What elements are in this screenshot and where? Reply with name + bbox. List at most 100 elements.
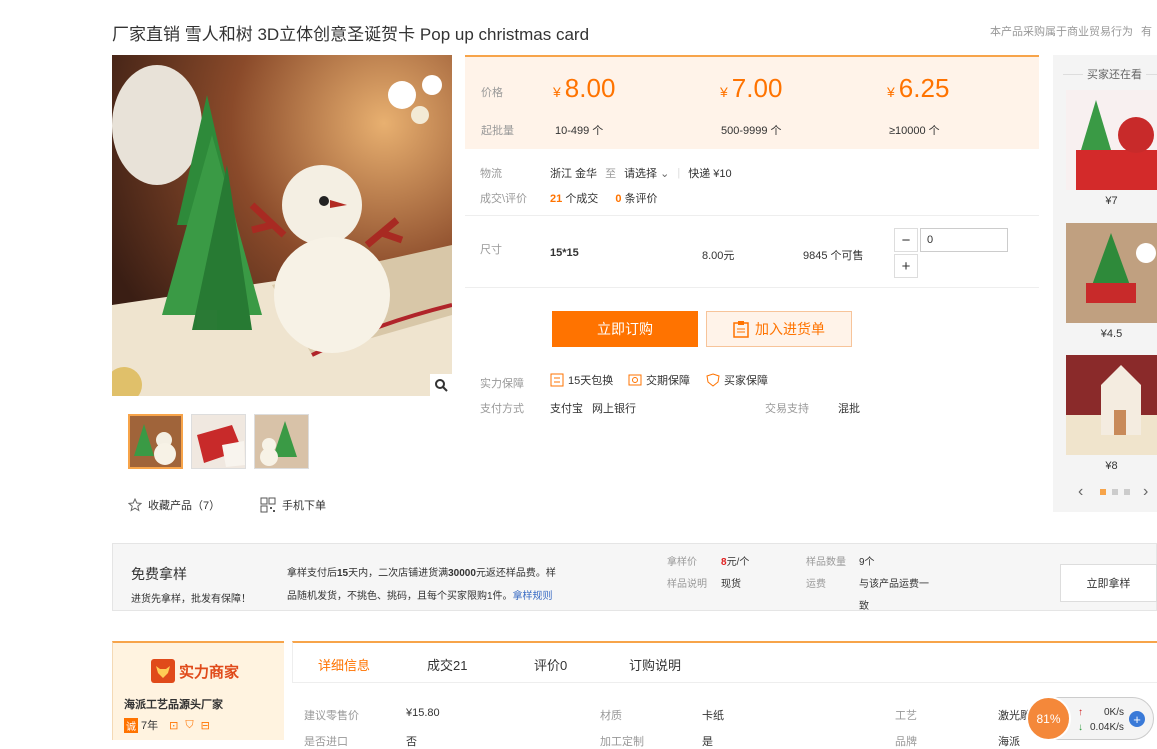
guarantee-buyer[interactable]: 买家保障 (706, 372, 768, 388)
destination-select[interactable]: 请选择 ⌄ (624, 165, 669, 181)
trade-support-label: 交易支持 (765, 403, 809, 415)
strength-merchant-logo: 实力商家 (151, 659, 239, 683)
sku-size: 15*15 (550, 247, 579, 259)
detail-value: ¥15.80 (406, 707, 440, 719)
sample-desc-label: 样品说明 (667, 579, 707, 590)
thumbnail-1[interactable] (128, 414, 183, 469)
also-viewed-sidebar: 买家还在看 ¥7 ¥4.5 ¥8 ‹ › (1053, 55, 1157, 512)
divider (465, 287, 1039, 288)
detail-label: 是否进口 (304, 736, 348, 748)
moq-label: 起批量 (481, 125, 514, 137)
detail-label: 材质 (600, 710, 622, 722)
upload-arrow-icon: ↑ (1078, 707, 1083, 718)
sample-qty-value: 9个 (859, 557, 875, 568)
tier-price-1: ¥8.00 (553, 73, 616, 103)
detail-value: 否 (406, 736, 417, 748)
carousel-dot-active[interactable] (1100, 489, 1106, 495)
qty-input[interactable]: 0 (920, 228, 1008, 252)
add-to-cart-button[interactable]: 加入进货单 (706, 311, 852, 347)
thumbnail-3[interactable] (254, 414, 309, 469)
favorite-label: 收藏产品（7） (148, 500, 221, 512)
shield-icon: ⛉ (185, 718, 194, 731)
guarantee-exchange[interactable]: 15天包换 (550, 372, 613, 388)
sidebar-product-3[interactable] (1066, 355, 1157, 455)
years-badge: 诚 7年 ⊡ ⛉ ⊟ (124, 717, 210, 733)
detail-label: 工艺 (895, 710, 917, 722)
tab-deals[interactable]: 成交21 (427, 655, 467, 674)
detail-label: 建议零售价 (304, 710, 359, 722)
bull-icon (151, 659, 175, 683)
tab-details[interactable]: 详细信息 (318, 655, 370, 674)
sku-stock: 9845 个可售 (803, 250, 864, 262)
guarantee-delivery[interactable]: 交期保障 (628, 372, 690, 388)
sample-subtitle: 进货先拿样，批发有保障！ (131, 594, 251, 605)
chevron-down-icon: ⌄ (660, 168, 670, 180)
download-speed: 0.04K/s (1090, 722, 1124, 733)
logistics-label: 物流 (480, 168, 502, 180)
sidebar-price-1: ¥7 (1105, 195, 1118, 207)
mobile-order-button[interactable]: 手机下单 (260, 497, 326, 513)
sample-desc-2: 品随机发货，不挑色、挑码，且每个买家限购1件。拿样规则 (287, 591, 553, 602)
sample-ship-value-2: 致 (859, 601, 869, 612)
size-label: 尺寸 (480, 244, 502, 256)
chevron-right-icon[interactable]: › (1143, 483, 1148, 501)
thumbnail-2[interactable] (191, 414, 246, 469)
star-icon (128, 498, 142, 512)
seller-badge: 实力商家 海派工艺品源头厂家 诚 7年 ⊡ ⛉ ⊟ (112, 641, 284, 740)
tab-order-info[interactable]: 订购说明 (629, 655, 681, 674)
detail-value: 卡纸 (702, 710, 724, 722)
detail-label: 加工定制 (600, 736, 644, 748)
qty-plus-button[interactable]: + (894, 254, 918, 278)
zoom-icon[interactable] (430, 374, 452, 396)
upload-speed: 0K/s (1104, 707, 1125, 718)
guarantee-label: 实力保障 (480, 378, 524, 390)
network-speed-widget[interactable]: 81% ↑ 0K/s ↓ 0.04K/s + (1026, 696, 1154, 741)
favorite-button[interactable]: 收藏产品（7） (128, 497, 220, 513)
sample-qty-label: 样品数量 (806, 557, 846, 568)
sample-price: 8元/个 (721, 557, 750, 568)
download-arrow-icon: ↓ (1078, 722, 1083, 733)
deals-info[interactable]: 21 个成交 0 条评价 (550, 190, 658, 206)
sku-price: 8.00元 (702, 250, 735, 262)
tier-price-3: ¥6.25 (887, 73, 950, 103)
chevron-left-icon[interactable]: ‹ (1078, 483, 1083, 501)
sidebar-product-2[interactable] (1066, 223, 1157, 323)
sample-rules-link[interactable]: 拿样规则 (513, 591, 553, 602)
detail-value: 是 (702, 736, 713, 748)
carousel-dot[interactable] (1112, 489, 1118, 495)
sample-title: 免费拿样 (131, 566, 187, 582)
main-product-image[interactable] (112, 55, 452, 396)
tab-reviews[interactable]: 评价0 (534, 655, 567, 674)
price-box: 价格 起批量 ¥8.00 ¥7.00 ¥6.25 10-499 个 500-99… (465, 55, 1039, 149)
sample-ship-label: 运费 (806, 579, 826, 590)
doc-icon: ⊟ (200, 719, 210, 732)
qrcode-icon (260, 497, 276, 513)
detail-label: 品牌 (895, 736, 917, 748)
clipboard-icon (733, 321, 749, 338)
company-name[interactable]: 海派工艺品源头厂家 (124, 696, 223, 712)
detail-tabs: 详细信息 成交21 评价0 订购说明 (292, 641, 1157, 683)
price-label: 价格 (481, 87, 503, 99)
memory-percent[interactable]: 81% (1026, 696, 1071, 741)
get-sample-button[interactable]: 立即拿样 (1060, 564, 1157, 602)
payment-alipay: 支付宝 (550, 403, 583, 415)
detail-value: 海派 (998, 736, 1020, 748)
shield-icon (706, 373, 720, 387)
carousel-dot[interactable] (1124, 489, 1130, 495)
exchange-icon (550, 373, 564, 387)
divider (465, 215, 1039, 216)
payment-bank: 网上银行 (592, 403, 636, 415)
delivery-icon (628, 374, 642, 386)
honesty-icon: 诚 (124, 717, 138, 733)
buy-now-button[interactable]: 立即订购 (552, 311, 698, 347)
sample-price-label: 拿样价 (667, 557, 697, 568)
sidebar-product-1[interactable] (1066, 90, 1157, 190)
qty-minus-button[interactable]: − (894, 228, 918, 252)
sidebar-price-3: ¥8 (1105, 460, 1118, 472)
plus-icon[interactable]: + (1129, 711, 1145, 727)
sidebar-price-2: ¥4.5 (1100, 328, 1123, 340)
sample-ship-value: 与该产品运费一 (859, 579, 929, 590)
tier-range-2: 500-9999 个 (721, 125, 782, 137)
tier-price-2: ¥7.00 (720, 73, 783, 103)
logistics-info: 浙江 金华 至 请选择 ⌄ | 快递 ¥10 (550, 165, 732, 181)
